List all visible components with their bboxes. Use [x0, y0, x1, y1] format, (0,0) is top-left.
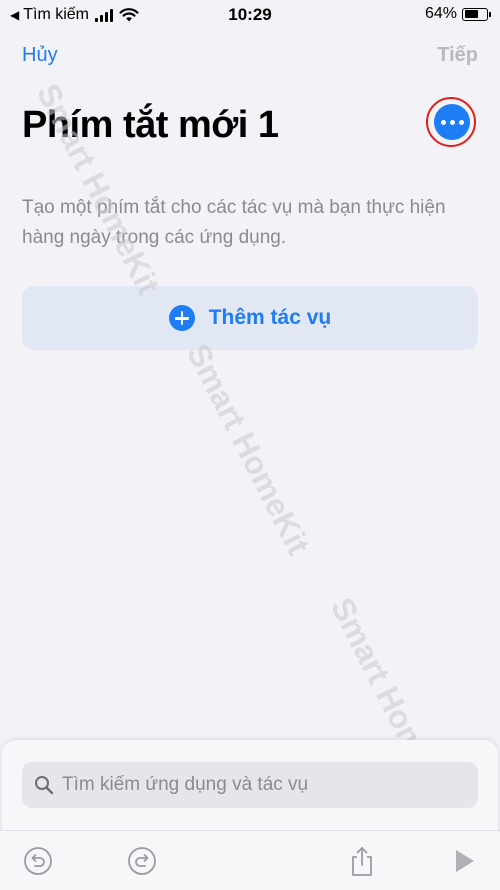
battery-percent: 64% [424, 5, 457, 22]
redo-icon [128, 847, 156, 875]
add-action-label: Thêm tác vụ [208, 306, 332, 329]
shortcut-title[interactable]: Phím tắt mới 1 [22, 104, 279, 147]
more-options-button[interactable] [434, 104, 470, 140]
run-button[interactable] [448, 845, 480, 877]
ellipsis-icon [440, 119, 446, 125]
bottom-toolbar [0, 830, 500, 890]
watermark: Smart HomeKit [179, 338, 317, 561]
share-icon [352, 847, 372, 876]
add-action-button[interactable]: Thêm tác vụ [22, 286, 478, 350]
cancel-button[interactable]: Hủy [22, 44, 58, 67]
next-button[interactable]: Tiếp [437, 44, 478, 67]
status-bar: ◀ Tìm kiếm 10:29 64% [0, 0, 500, 30]
play-icon [456, 850, 474, 872]
undo-icon [24, 847, 52, 875]
undo-button[interactable] [22, 845, 54, 877]
battery-icon [462, 7, 491, 21]
search-icon [35, 776, 54, 795]
redo-button[interactable] [126, 845, 158, 877]
battery-status: 64% [424, 5, 491, 23]
battery-fill [464, 10, 478, 18]
plus-circle-icon [168, 305, 195, 331]
search-field[interactable]: Tìm kiếm ứng dụng và tác vụ [22, 762, 478, 808]
search-placeholder: Tìm kiếm ứng dụng và tác vụ [62, 774, 309, 795]
description-text: Tạo một phím tắt cho các tác vụ mà bạn t… [22, 197, 446, 248]
share-button[interactable] [346, 845, 378, 877]
